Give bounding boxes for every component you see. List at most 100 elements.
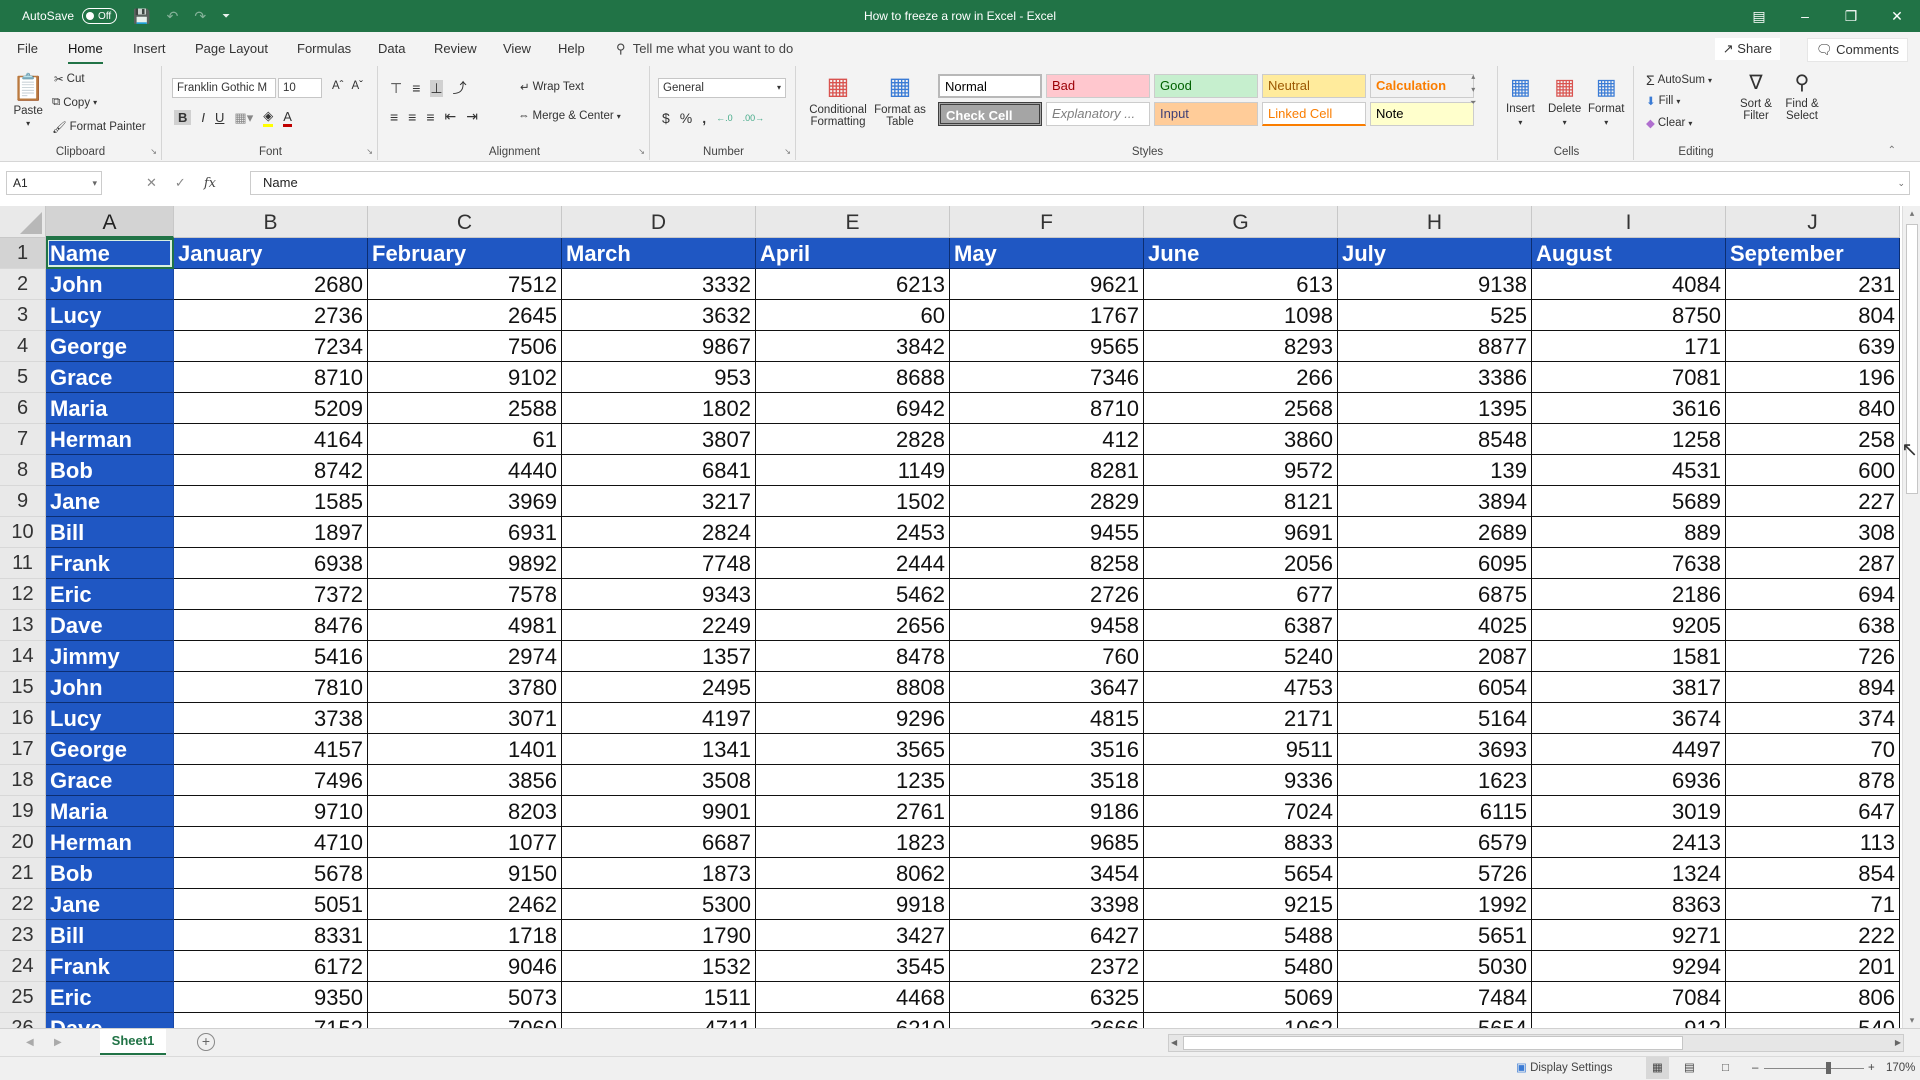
font-size-select[interactable]: 10	[278, 78, 322, 98]
value-cell[interactable]: 7496	[174, 765, 368, 796]
value-cell[interactable]: 2680	[174, 269, 368, 300]
fill-color-icon[interactable]: ◈	[263, 108, 274, 127]
tab-home[interactable]: Home	[68, 32, 103, 66]
cell-style-explanatory[interactable]: Explanatory ...	[1046, 102, 1150, 126]
increase-decimal-icon[interactable]: ←.0	[716, 113, 733, 123]
row-header-9[interactable]: 9	[0, 486, 46, 517]
value-cell[interactable]: 677	[1144, 579, 1338, 610]
value-cell[interactable]: 5654	[1144, 858, 1338, 889]
value-cell[interactable]: 412	[950, 424, 1144, 455]
name-cell[interactable]: Eric	[46, 579, 174, 610]
restore-icon[interactable]: ❐	[1828, 0, 1874, 32]
value-cell[interactable]: 8750	[1532, 300, 1726, 331]
format-painter-button[interactable]: 🖌 Format Painter	[52, 120, 146, 134]
name-box[interactable]: A1 ▾	[6, 171, 102, 195]
cell-style-input[interactable]: Input	[1154, 102, 1258, 126]
value-cell[interactable]: 3860	[1144, 424, 1338, 455]
value-cell[interactable]: 266	[1144, 362, 1338, 393]
column-header-f[interactable]: F	[950, 206, 1144, 238]
row-header-1[interactable]: 1	[0, 238, 46, 269]
value-cell[interactable]: 5726	[1338, 858, 1532, 889]
value-cell[interactable]: 4025	[1338, 610, 1532, 641]
value-cell[interactable]: 1823	[756, 827, 950, 858]
copy-button[interactable]: ⧉ Copy ▾	[52, 96, 97, 109]
value-cell[interactable]: 8548	[1338, 424, 1532, 455]
header-cell[interactable]: April	[756, 238, 950, 269]
collapse-ribbon-icon[interactable]: ⌃	[1888, 145, 1896, 156]
value-cell[interactable]: 912	[1532, 1013, 1726, 1028]
value-cell[interactable]: 1532	[562, 951, 756, 982]
value-cell[interactable]: 2056	[1144, 548, 1338, 579]
row-header-4[interactable]: 4	[0, 331, 46, 362]
cell-style-bad[interactable]: Bad	[1046, 74, 1150, 98]
value-cell[interactable]: 222	[1726, 920, 1900, 951]
horizontal-scrollbar[interactable]: ◀ ▶	[1168, 1034, 1904, 1052]
cell-style-calculation[interactable]: Calculation	[1370, 74, 1474, 98]
value-cell[interactable]: 5488	[1144, 920, 1338, 951]
value-cell[interactable]: 70	[1726, 734, 1900, 765]
value-cell[interactable]: 2828	[756, 424, 950, 455]
value-cell[interactable]: 5654	[1338, 1013, 1532, 1028]
value-cell[interactable]: 1149	[756, 455, 950, 486]
formula-input[interactable]: Name ⌄	[250, 171, 1910, 195]
value-cell[interactable]: 8688	[756, 362, 950, 393]
value-cell[interactable]: 2656	[756, 610, 950, 641]
row-header-10[interactable]: 10	[0, 517, 46, 548]
value-cell[interactable]: 600	[1726, 455, 1900, 486]
column-header-a[interactable]: A	[46, 206, 174, 238]
name-cell[interactable]: Bill	[46, 517, 174, 548]
row-header-17[interactable]: 17	[0, 734, 46, 765]
tab-data[interactable]: Data	[378, 32, 405, 66]
value-cell[interactable]: 6841	[562, 455, 756, 486]
column-header-b[interactable]: B	[174, 206, 368, 238]
value-cell[interactable]: 8476	[174, 610, 368, 641]
value-cell[interactable]: 5416	[174, 641, 368, 672]
value-cell[interactable]: 5678	[174, 858, 368, 889]
value-cell[interactable]: 2736	[174, 300, 368, 331]
close-icon[interactable]: ✕	[1874, 0, 1920, 32]
value-cell[interactable]: 139	[1338, 455, 1532, 486]
value-cell[interactable]: 6387	[1144, 610, 1338, 641]
cell-style-check-cell[interactable]: Check Cell	[938, 102, 1042, 126]
value-cell[interactable]: 5051	[174, 889, 368, 920]
value-cell[interactable]: 4497	[1532, 734, 1726, 765]
value-cell[interactable]: 3856	[368, 765, 562, 796]
cancel-icon[interactable]: ✕	[146, 175, 157, 191]
bold-button[interactable]: B	[174, 110, 192, 125]
increase-indent-icon[interactable]: ⇥	[466, 108, 478, 125]
value-cell[interactable]: 1585	[174, 486, 368, 517]
value-cell[interactable]: 9271	[1532, 920, 1726, 951]
value-cell[interactable]: 8331	[174, 920, 368, 951]
value-cell[interactable]: 525	[1338, 300, 1532, 331]
value-cell[interactable]: 6095	[1338, 548, 1532, 579]
row-header-13[interactable]: 13	[0, 610, 46, 641]
row-header-22[interactable]: 22	[0, 889, 46, 920]
bottom-align-icon[interactable]: ⊥	[430, 79, 443, 97]
value-cell[interactable]: 9867	[562, 331, 756, 362]
zoom-out-button[interactable]: –	[1752, 1057, 1758, 1079]
value-cell[interactable]: 3817	[1532, 672, 1726, 703]
clear-button[interactable]: ◆ Clear ▾	[1646, 116, 1692, 130]
name-cell[interactable]: John	[46, 269, 174, 300]
value-cell[interactable]: 1767	[950, 300, 1144, 331]
value-cell[interactable]: 1511	[562, 982, 756, 1013]
value-cell[interactable]: 9102	[368, 362, 562, 393]
vertical-scrollbar[interactable]: ▴ ▾	[1902, 206, 1920, 1028]
value-cell[interactable]: 8281	[950, 455, 1144, 486]
value-cell[interactable]: 894	[1726, 672, 1900, 703]
wrap-text-button[interactable]: ↵ Wrap Text	[520, 80, 584, 94]
dialog-launcher-icon[interactable]: ↘	[638, 147, 645, 156]
page-break-preview-icon[interactable]: □	[1722, 1057, 1729, 1079]
header-cell[interactable]: August	[1532, 238, 1726, 269]
name-cell[interactable]: Maria	[46, 796, 174, 827]
value-cell[interactable]: 6579	[1338, 827, 1532, 858]
tab-file[interactable]: File	[17, 32, 38, 66]
value-cell[interactable]: 8121	[1144, 486, 1338, 517]
name-cell[interactable]: John	[46, 672, 174, 703]
column-header-i[interactable]: I	[1532, 206, 1726, 238]
header-cell[interactable]: January	[174, 238, 368, 269]
value-cell[interactable]: 7484	[1338, 982, 1532, 1013]
value-cell[interactable]: 258	[1726, 424, 1900, 455]
dialog-launcher-icon[interactable]: ↘	[366, 147, 373, 156]
value-cell[interactable]: 3780	[368, 672, 562, 703]
